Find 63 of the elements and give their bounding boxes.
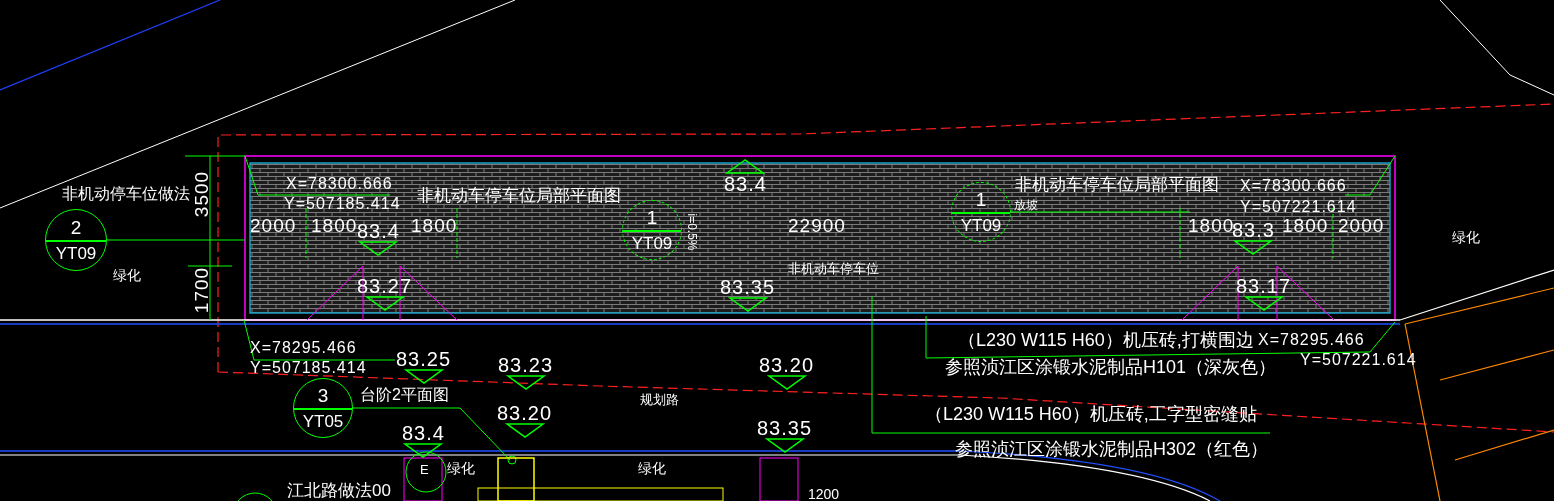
drawing-title: 非机动停车位做法 bbox=[62, 186, 190, 202]
elevation-marker-icon bbox=[727, 297, 768, 312]
elevation-label: 83.23 bbox=[498, 355, 554, 375]
area-label: 非机动车停车位 bbox=[788, 262, 879, 275]
elevation-label: 83.4 bbox=[402, 423, 445, 443]
callout-number: 1 bbox=[646, 208, 658, 227]
coordinate-label: Y=507185.414 bbox=[250, 360, 367, 376]
dimension-label: 1800 bbox=[1282, 216, 1329, 235]
elevation-label: 83.17 bbox=[1236, 276, 1292, 296]
elevation-marker-icon bbox=[1243, 296, 1284, 311]
dimension-label: 1700 bbox=[191, 266, 211, 314]
elevation-marker-icon bbox=[725, 159, 766, 174]
material-note: （L230 W115 H60）机压砖,打横围边 bbox=[958, 331, 1254, 349]
slope-label: i=0.5% bbox=[686, 213, 698, 251]
elevation-label: 83.4 bbox=[724, 174, 767, 194]
coordinate-label: X=78300.666 bbox=[1240, 178, 1347, 194]
elevation-marker-icon bbox=[364, 296, 405, 311]
elevation-label: 83.3 bbox=[1232, 220, 1275, 240]
elevation-marker-icon bbox=[1233, 240, 1274, 255]
elevation-marker-icon bbox=[358, 241, 399, 256]
elevation-marker-icon bbox=[403, 443, 444, 458]
dimension-label: 1800 bbox=[411, 216, 458, 235]
elevation-marker-icon bbox=[403, 369, 444, 384]
area-label: 绿化 bbox=[447, 461, 475, 475]
area-label: 放坡 bbox=[1014, 199, 1038, 211]
callout-sheet: YT09 bbox=[631, 235, 673, 252]
callout-sheet: YT09 bbox=[55, 245, 97, 262]
coordinate-label: Y=507185.414 bbox=[284, 196, 401, 212]
elevation-label: 83.27 bbox=[357, 276, 413, 296]
dimension-label: 2000 bbox=[1338, 216, 1385, 235]
coordinate-label: X=78300.666 bbox=[286, 176, 393, 192]
drawing-title: 非机动车停车位局部平面图 bbox=[417, 187, 621, 204]
area-label: 规划路 bbox=[640, 393, 679, 406]
elevation-marker-icon bbox=[764, 438, 805, 453]
elevation-label: 83.35 bbox=[757, 418, 813, 438]
drawing-title: 非机动车停车位局部平面图 bbox=[1015, 176, 1219, 193]
callout-number: 3 bbox=[317, 386, 329, 405]
coordinate-label: X=78295.466 bbox=[1258, 332, 1365, 348]
drawing-title: 台阶2平面图 bbox=[360, 387, 449, 403]
area-label: 1200 bbox=[808, 487, 840, 501]
dimension-label: 3500 bbox=[191, 170, 211, 218]
elevation-label: 83.20 bbox=[759, 355, 815, 375]
elevation-label: 83.20 bbox=[497, 403, 553, 423]
dimension-label: 1800 bbox=[311, 216, 358, 235]
elevation-label: 83.35 bbox=[720, 277, 776, 297]
elevation-marker-icon bbox=[766, 375, 807, 390]
area-label: 绿化 bbox=[113, 268, 141, 282]
area-label: 绿化 bbox=[1452, 230, 1480, 244]
coordinate-label: Y=507221.614 bbox=[1240, 199, 1357, 215]
area-label: E bbox=[420, 463, 429, 476]
dimension-label: 2000 bbox=[250, 216, 297, 235]
elevation-label: 83.4 bbox=[357, 221, 400, 241]
elevation-marker-icon bbox=[505, 375, 546, 390]
elevation-marker-icon bbox=[504, 423, 545, 438]
elevation-label: 83.25 bbox=[396, 349, 452, 369]
callout-number: 1 bbox=[975, 190, 987, 209]
area-label: 江北路做法00 bbox=[287, 482, 391, 499]
callout-number: 2 bbox=[70, 218, 82, 237]
area-label: 绿化 bbox=[638, 461, 666, 475]
callout-sheet: YT09 bbox=[960, 217, 1002, 234]
dimension-label: 22900 bbox=[788, 216, 846, 235]
material-note: 参照浈江区涂锻水泥制品H101（深灰色） bbox=[945, 358, 1277, 376]
callout-sheet: YT05 bbox=[302, 413, 344, 430]
